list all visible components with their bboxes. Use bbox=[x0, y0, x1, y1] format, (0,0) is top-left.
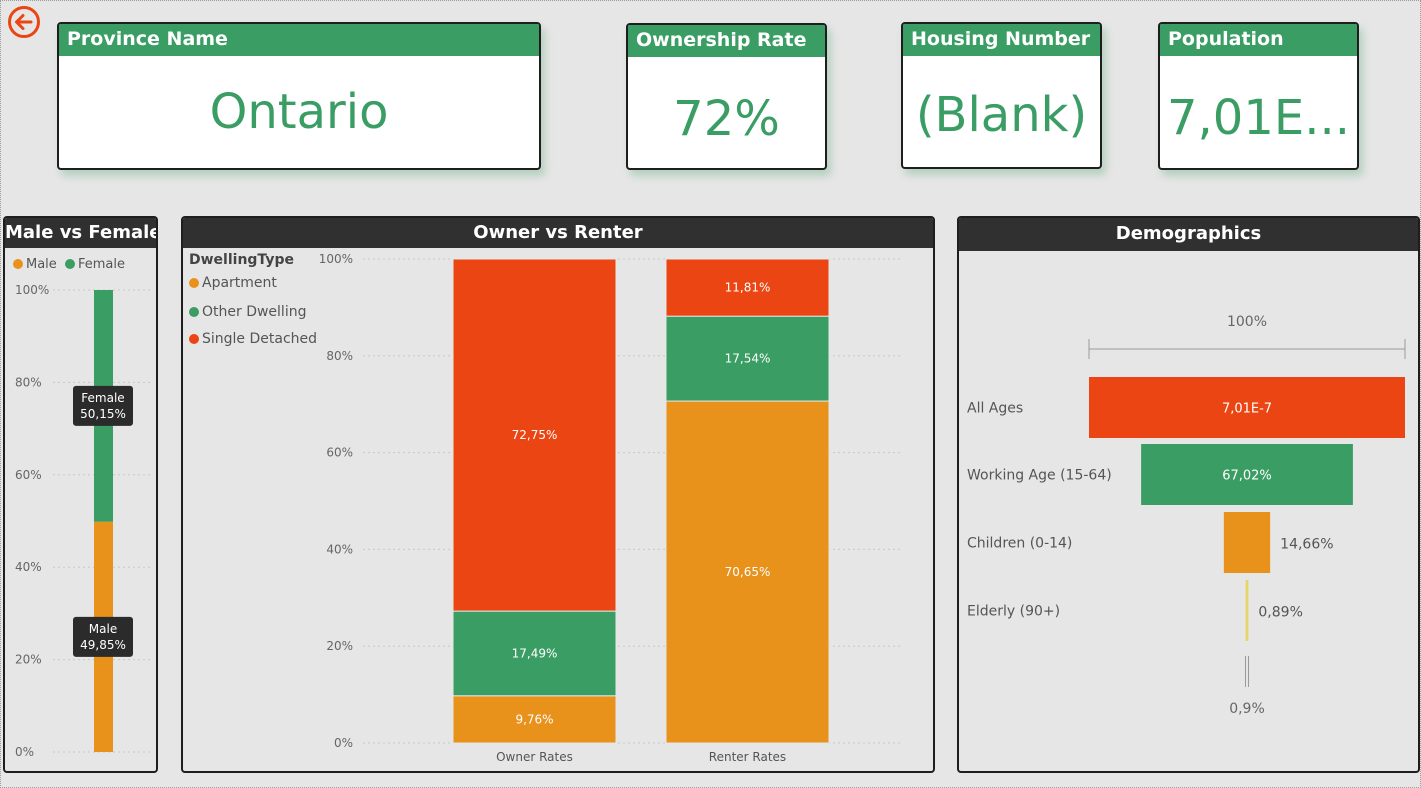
y-tick-label: 40% bbox=[15, 560, 42, 574]
funnel-top-label: 100% bbox=[1227, 314, 1267, 330]
legend-female[interactable]: Female bbox=[64, 257, 125, 272]
dwelling-legend-title: DwellingType bbox=[189, 252, 294, 268]
y-tick-label: 100% bbox=[319, 252, 353, 266]
ownership-card-value: 72% bbox=[673, 91, 780, 147]
funnel-data-label: 67,02% bbox=[1222, 469, 1272, 484]
gender-legend[interactable]: Male Female bbox=[13, 257, 125, 272]
housing-card-value: (Blank) bbox=[915, 87, 1088, 143]
y-tick-label: 80% bbox=[326, 349, 353, 363]
back-button[interactable] bbox=[7, 5, 41, 39]
funnel-bottom-label: 0,9% bbox=[1229, 701, 1265, 717]
data-label: 17,54% bbox=[725, 352, 771, 366]
female-tooltip-value: 50,15% bbox=[80, 407, 126, 421]
funnel-data-label: 7,01E-7 bbox=[1222, 402, 1272, 417]
y-tick-label: 0% bbox=[15, 745, 34, 759]
data-label: 70,65% bbox=[725, 565, 771, 579]
legend-apartment-dot bbox=[189, 278, 199, 288]
province-card-value: Ontario bbox=[209, 84, 389, 140]
gender-chart[interactable]: 0% 20% 40% 60% 80% 100% Female 50,15% Male 49,85% bbox=[5, 280, 156, 770]
province-card-title: Province Name bbox=[59, 24, 539, 56]
funnel-category-label: Children (0-14) bbox=[967, 536, 1072, 552]
demographics-funnel-chart[interactable]: 100% All Ages 7,01E-7 Working Age (15-64) 67… bbox=[959, 251, 1418, 771]
data-label: 9,76% bbox=[515, 712, 553, 726]
back-arrow-icon bbox=[8, 6, 40, 38]
population-card-value: 7,01E... bbox=[1167, 90, 1350, 146]
legend-other-dwelling-dot bbox=[189, 307, 199, 317]
housing-card: Housing Number (Blank) bbox=[901, 22, 1102, 169]
funnel-data-label: 14,66% bbox=[1280, 537, 1333, 553]
province-card: Province Name Ontario bbox=[57, 22, 541, 170]
x-tick-label: Owner Rates bbox=[496, 750, 573, 764]
y-tick-label: 0% bbox=[334, 736, 353, 750]
y-tick-label: 40% bbox=[326, 542, 353, 556]
female-tooltip-name: Female bbox=[81, 391, 124, 405]
x-tick-label: Renter Rates bbox=[709, 750, 786, 764]
data-label: 11,81% bbox=[725, 281, 771, 295]
owner-renter-panel: Owner vs Renter DwellingType Apartment O… bbox=[181, 216, 935, 773]
housing-card-title: Housing Number bbox=[903, 24, 1100, 56]
y-tick-label: 100% bbox=[15, 283, 49, 297]
legend-female-dot bbox=[64, 259, 75, 269]
gender-panel: Male vs Female Male Female 0% 20% 40% 60% 80… bbox=[3, 216, 158, 773]
y-tick-label: 60% bbox=[326, 446, 353, 460]
owner-renter-chart[interactable]: 0% 20% 40% 60% 80% 100% 9,76% 17,49% 72,75% Owner… bbox=[313, 250, 913, 770]
legend-apartment[interactable]: Apartment bbox=[189, 275, 277, 291]
funnel-category-label: Elderly (90+) bbox=[967, 604, 1060, 620]
y-tick-label: 60% bbox=[15, 468, 42, 482]
ownership-card-title: Ownership Rate bbox=[628, 25, 825, 57]
legend-single-detached[interactable]: Single Detached bbox=[189, 331, 317, 347]
male-tooltip-value: 49,85% bbox=[80, 638, 126, 652]
population-card-title: Population bbox=[1160, 24, 1357, 56]
ownership-card: Ownership Rate 72% bbox=[626, 23, 827, 170]
legend-male[interactable]: Male bbox=[13, 257, 57, 272]
legend-single-detached-dot bbox=[189, 334, 199, 344]
male-tooltip-name: Male bbox=[89, 622, 117, 636]
owner-renter-panel-title: Owner vs Renter bbox=[183, 218, 933, 248]
funnel-bar bbox=[1223, 512, 1271, 573]
funnel-category-label: All Ages bbox=[967, 401, 1023, 417]
y-tick-label: 20% bbox=[15, 653, 42, 667]
data-label: 17,49% bbox=[512, 646, 558, 660]
y-tick-label: 20% bbox=[326, 639, 353, 653]
legend-other-dwelling[interactable]: Other Dwelling bbox=[189, 304, 306, 320]
funnel-data-label: 0,89% bbox=[1258, 605, 1302, 621]
gender-panel-title: Male vs Female bbox=[5, 218, 156, 248]
data-label: 72,75% bbox=[512, 428, 558, 442]
demographics-panel-title: Demographics bbox=[959, 218, 1418, 251]
population-card: Population 7,01E... bbox=[1158, 22, 1359, 170]
funnel-bar bbox=[1245, 580, 1249, 641]
y-tick-label: 80% bbox=[15, 375, 42, 389]
demographics-panel: Demographics 100% All Ages 7,01E-7 Working … bbox=[957, 216, 1420, 773]
funnel-category-label: Working Age (15-64) bbox=[967, 468, 1112, 484]
legend-male-dot bbox=[13, 259, 23, 269]
